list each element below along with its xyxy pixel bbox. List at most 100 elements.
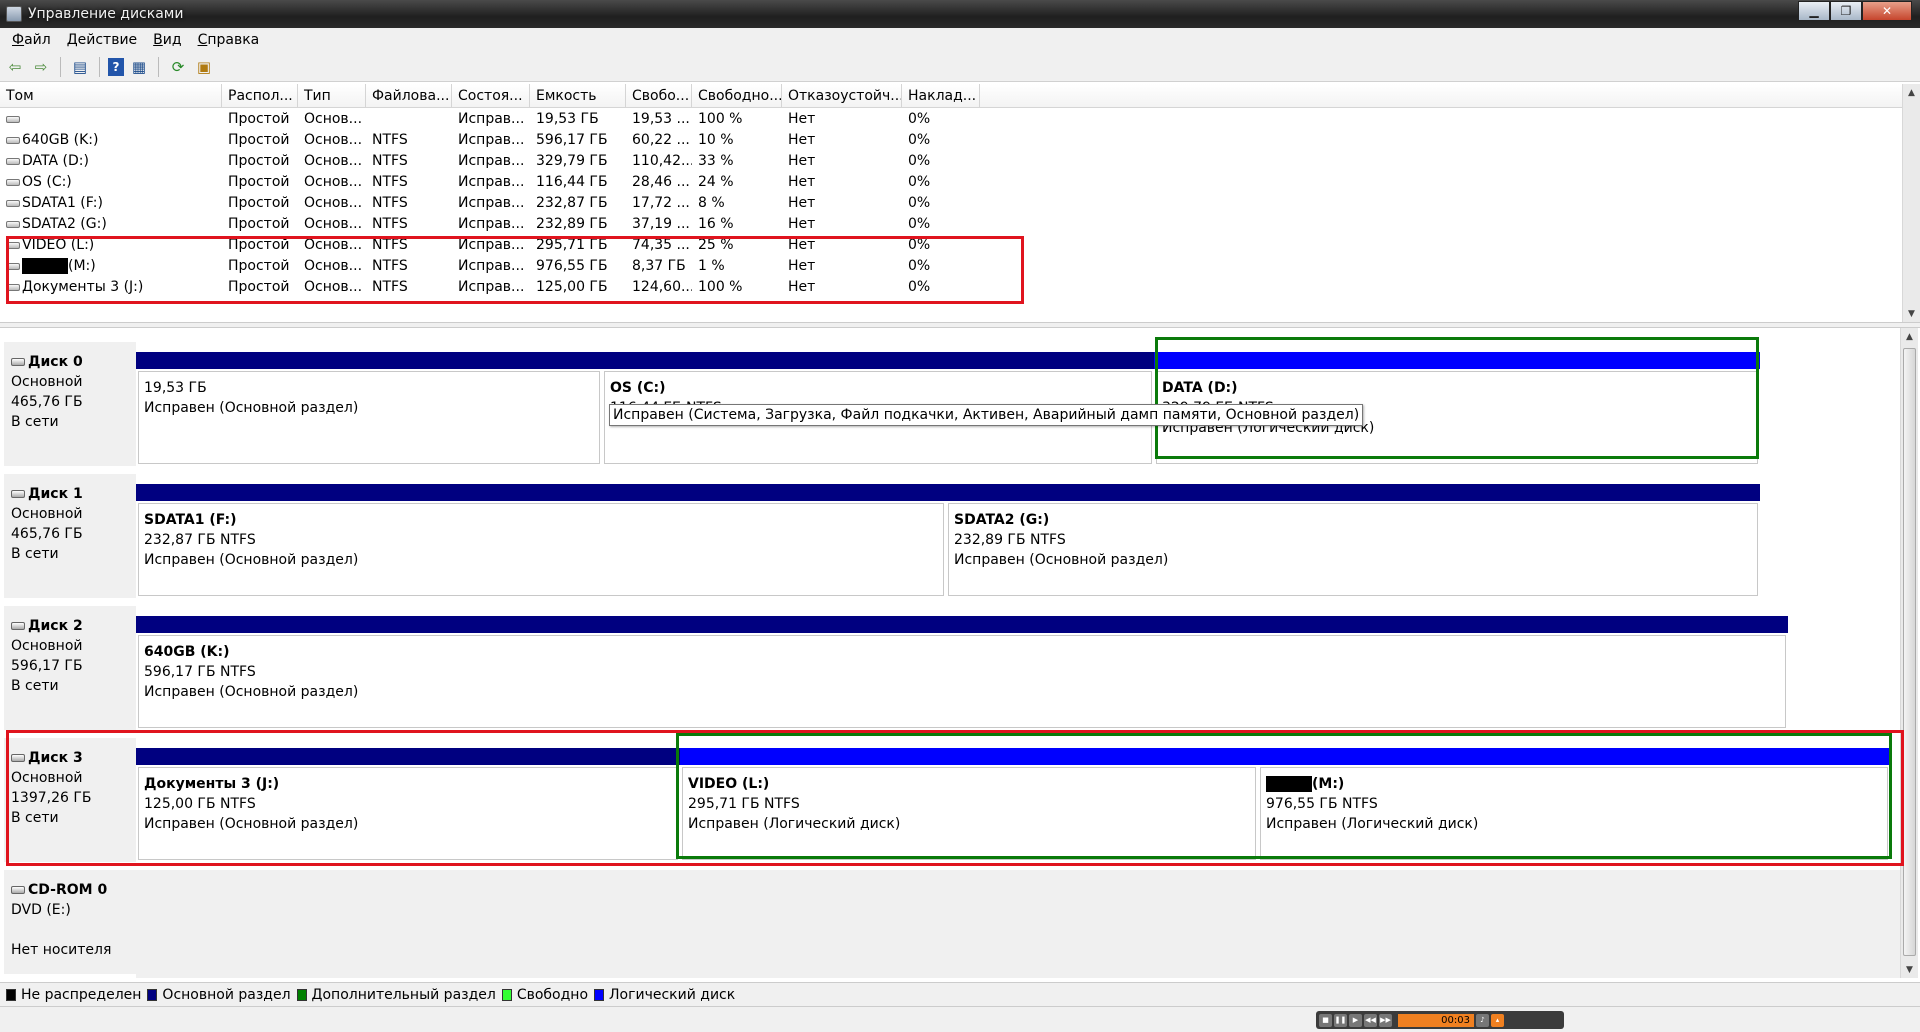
legend-swatch: [594, 988, 605, 1001]
cell-capacity-text: 232,89 ГБ: [536, 216, 608, 232]
legend-swatch: [147, 988, 158, 1001]
partition-block[interactable]: 19,53 ГБ Исправен (Основной раздел): [136, 352, 602, 466]
cell-status-text: Исправ...: [458, 195, 525, 211]
cell-fault-tolerance-text: Нет: [788, 153, 816, 169]
volume-icon: [6, 178, 20, 186]
partition-block[interactable]: 640GB (K:) 596,17 ГБ NTFS Исправен (Основн…: [136, 616, 1788, 730]
menu-help-label: правка: [207, 32, 260, 48]
cell-status: Исправ...: [452, 109, 530, 130]
refresh-icon[interactable]: ⟳: [167, 56, 189, 78]
table-row[interactable]: DATA (D:) Простой Основ... NTFS Исправ... 329…: [0, 151, 1020, 172]
menu-view[interactable]: Вид: [145, 32, 189, 48]
disk-state: В сети: [11, 678, 59, 694]
cell-volume: DATA (D:): [0, 151, 222, 172]
disk-info-panel[interactable]: Диск 2 Основной 596,17 ГБ В сети: [4, 606, 136, 730]
cdrom-state: Нет носителя: [11, 942, 112, 958]
properties-icon[interactable]: ▦: [128, 56, 150, 78]
partition-size: 596,17 ГБ NTFS: [144, 664, 256, 680]
cell-fault-tolerance-text: Нет: [788, 195, 816, 211]
volume-icon[interactable]: ♪: [1476, 1013, 1489, 1027]
cell-overhead-text: 0%: [908, 216, 931, 232]
next-icon[interactable]: ▶▶: [1379, 1013, 1392, 1027]
cell-status-text: Исправ...: [458, 216, 525, 232]
partition-name-text: OS (C:): [610, 380, 666, 396]
back-icon[interactable]: ⇦: [4, 56, 26, 78]
col-free-pct[interactable]: Свободно...: [692, 84, 782, 108]
cell-free-text: 19,53 ...: [632, 111, 690, 127]
previous-icon[interactable]: ◀◀: [1364, 1013, 1377, 1027]
disk-name-text: Диск 2: [28, 618, 83, 634]
disk-info-panel[interactable]: Диск 1 Основной 465,76 ГБ В сети: [4, 474, 136, 598]
cell-fault-tolerance-text: Нет: [788, 132, 816, 148]
play-icon[interactable]: ▶: [1349, 1013, 1362, 1027]
cell-free-pct: 33 %: [692, 151, 782, 172]
cell-overhead-text: 0%: [908, 111, 931, 127]
table-row[interactable]: SDATA2 (G:) Простой Основ... NTFS Исправ... 2…: [0, 214, 1020, 235]
cell-layout-text: Простой: [228, 174, 290, 190]
cell-free-pct-text: 10 %: [698, 132, 734, 148]
scroll-down-icon[interactable]: ▼: [1901, 961, 1918, 978]
cdrom-info-panel[interactable]: CD-ROM 0 DVD (E:) Нет носителя: [4, 870, 136, 974]
cell-filesystem-text: NTFS: [372, 195, 408, 211]
volume-icon: [6, 220, 20, 228]
volume-icon: [6, 199, 20, 207]
partition-type-bar: [136, 616, 1788, 633]
scroll-thumb[interactable]: [1903, 348, 1916, 956]
menu-file-accel: Ф: [12, 32, 25, 48]
volume-list-scrollbar[interactable]: ▲ ▼: [1902, 84, 1920, 322]
partition-block[interactable]: SDATA2 (G:) 232,89 ГБ NTFS Исправен (Основ…: [946, 484, 1760, 598]
menu-help[interactable]: Справка: [190, 32, 268, 48]
legend-swatch: [501, 988, 512, 1001]
forward-icon[interactable]: ⇨: [30, 56, 52, 78]
disk-kind: Основной: [11, 506, 83, 522]
expand-icon[interactable]: ▴: [1491, 1013, 1504, 1027]
scroll-down-icon[interactable]: ▼: [1903, 305, 1920, 322]
minimize-button[interactable]: ▁: [1798, 1, 1830, 21]
partition-type-bar: [946, 484, 1760, 501]
col-type[interactable]: Тип: [298, 84, 366, 108]
col-free[interactable]: Свобо...: [626, 84, 692, 108]
cell-layout-text: Простой: [228, 153, 290, 169]
menu-file[interactable]: Файл: [4, 32, 59, 48]
col-fault-tolerance[interactable]: Отказоустойч...: [782, 84, 902, 108]
cell-type-text: Основ...: [304, 132, 363, 148]
table-row[interactable]: SDATA1 (F:) Простой Основ... NTFS Исправ... 2…: [0, 193, 1020, 214]
legend-label: Не распределен: [21, 986, 142, 1003]
menu-action[interactable]: Действие: [59, 32, 145, 48]
table-row[interactable]: 640GB (K:) Простой Основ... NTFS Исправ... 59…: [0, 130, 1020, 151]
close-button[interactable]: ✕: [1862, 1, 1912, 21]
col-capacity[interactable]: Емкость: [530, 84, 626, 108]
stop-icon[interactable]: ■: [1319, 1013, 1332, 1027]
col-volume[interactable]: Том: [0, 84, 222, 108]
help-icon[interactable]: ?: [108, 57, 124, 76]
partition-status: Исправен (Основной раздел): [144, 400, 359, 416]
disk-info-panel[interactable]: Диск 0 Основной 465,76 ГБ В сети: [4, 342, 136, 466]
cell-free-pct-text: 8 %: [698, 195, 725, 211]
disk-name-text: Диск 0: [28, 354, 83, 370]
cell-overhead: 0%: [902, 130, 980, 151]
cell-overhead: 0%: [902, 193, 980, 214]
col-status[interactable]: Состоя...: [452, 84, 530, 108]
scroll-up-icon[interactable]: ▲: [1901, 328, 1918, 345]
col-overhead[interactable]: Наклад...: [902, 84, 980, 108]
disk-row: Диск 2 Основной 596,17 ГБ В сети 640GB (K:) 5…: [0, 606, 1900, 734]
cell-free-pct-text: 100 %: [698, 111, 743, 127]
partition-block[interactable]: SDATA1 (F:) 232,87 ГБ NTFS Исправен (Основ…: [136, 484, 946, 598]
cell-volume-text: OS (C:): [22, 174, 72, 190]
maximize-button[interactable]: ❐: [1830, 1, 1862, 21]
cell-overhead-text: 0%: [908, 195, 931, 211]
disk-icon: [11, 358, 25, 366]
col-filesystem[interactable]: Файлова...: [366, 84, 452, 108]
cell-free-text: 17,72 ...: [632, 195, 690, 211]
col-layout[interactable]: Распол...: [222, 84, 298, 108]
cell-free-pct: 8 %: [692, 193, 782, 214]
scroll-up-icon[interactable]: ▲: [1903, 84, 1920, 101]
disk-state: В сети: [11, 546, 59, 562]
graph-scrollbar[interactable]: ▲ ▼: [1900, 328, 1918, 978]
pause-icon[interactable]: ❚❚: [1334, 1013, 1347, 1027]
cell-overhead: 0%: [902, 151, 980, 172]
table-row[interactable]: Простой Основ... Исправ... 19,53 ГБ 19,53 ..…: [0, 109, 1020, 130]
rescan-icon[interactable]: ▣: [193, 56, 215, 78]
list-view-icon[interactable]: ▤: [69, 56, 91, 78]
table-row[interactable]: OS (C:) Простой Основ... NTFS Исправ... 116,4…: [0, 172, 1020, 193]
